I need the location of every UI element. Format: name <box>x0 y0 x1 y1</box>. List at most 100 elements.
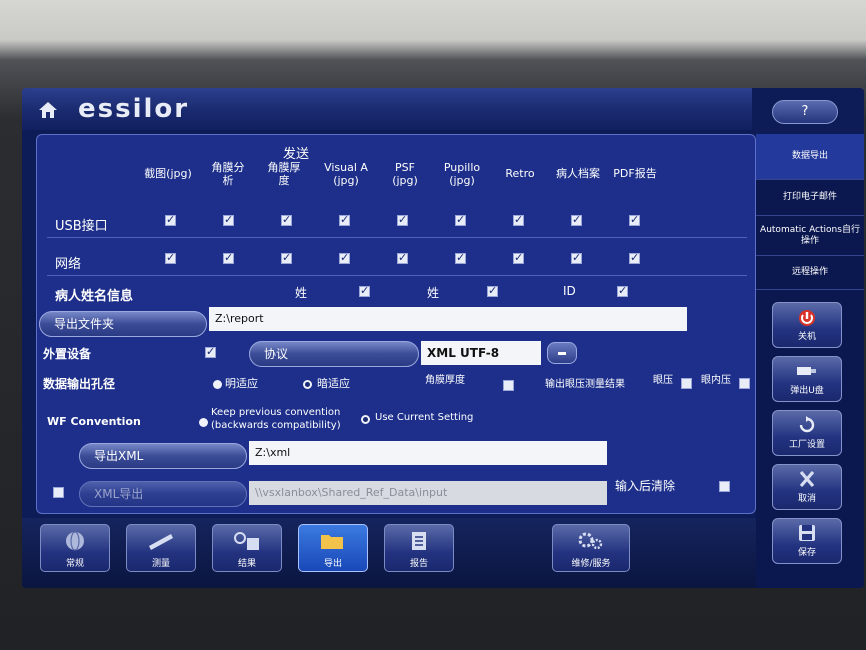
export-xml-button[interactable]: 导出XML <box>79 443 247 469</box>
patient-firstname-checkbox[interactable] <box>487 284 498 297</box>
toolbar-service-label: 维修/服务 <box>571 559 611 569</box>
usb-corneal-analysis-checkbox[interactable] <box>223 213 234 226</box>
xml-export-checkbox[interactable] <box>53 487 64 498</box>
col-header-retro: Retro <box>505 167 535 180</box>
title-bar: essilor <box>22 88 752 130</box>
row-divider <box>47 237 747 238</box>
tonometry-label: 眼压 <box>653 375 673 386</box>
network-corneal-analysis-checkbox[interactable] <box>223 251 234 264</box>
xml-export-input[interactable]: \\vsxlanbox\Shared_Ref_Data\input <box>249 481 607 505</box>
intraocular-pressure-checkbox[interactable] <box>739 378 750 389</box>
scotopic-radio[interactable] <box>303 380 312 389</box>
cancel-label: 取消 <box>797 494 816 504</box>
clear-after-input-checkbox[interactable] <box>719 481 730 492</box>
keep-previous-sublabel: (backwards compatibility) <box>211 420 341 431</box>
toolbar-export-label: 导出 <box>323 559 342 569</box>
network-pupillo-checkbox[interactable] <box>455 251 466 264</box>
sidebar-tab-print-email[interactable]: 打印电子邮件 <box>756 180 864 216</box>
patient-name-label: 病人姓名信息 <box>55 289 134 304</box>
toolbar-measure-button[interactable]: 测量 <box>126 524 196 572</box>
device-screen: essilor ? 发送 截图(jpg) 角膜分析 角膜厚度 Visual A … <box>22 88 864 588</box>
corneal-thickness-output-checkbox[interactable] <box>503 380 514 391</box>
ruler-icon <box>149 534 173 550</box>
network-retro-checkbox[interactable] <box>513 251 524 264</box>
eject-usb-button[interactable]: 弹出U盘 <box>772 356 842 402</box>
export-folder-input[interactable]: Z:\report <box>209 307 687 331</box>
col-header-corneal-analysis: 角膜分析 <box>211 161 245 187</box>
protocol-select[interactable]: XML UTF-8 <box>421 341 541 365</box>
network-psf-checkbox[interactable] <box>397 251 408 264</box>
col-header-corneal-thickness: 角膜厚度 <box>267 161 301 187</box>
eject-usb-label: 弹出U盘 <box>790 386 824 396</box>
external-device-checkbox[interactable] <box>205 345 216 358</box>
save-label: 保存 <box>797 548 816 558</box>
right-sidebar: 数据导出 打印电子邮件 Automatic Actions自行操作 远程操作 关… <box>756 134 864 588</box>
photopic-label: 明适应 <box>225 377 258 390</box>
factory-settings-button[interactable]: 工厂设置 <box>772 410 842 456</box>
sidebar-tab-automatic-actions[interactable]: Automatic Actions自行操作 <box>756 216 864 256</box>
xml-export-button[interactable]: XML导出 <box>79 481 247 507</box>
send-group-title: 发送 <box>283 147 310 162</box>
patient-id-checkbox[interactable] <box>617 284 628 297</box>
network-pdf-report-checkbox[interactable] <box>629 251 640 264</box>
network-corneal-thickness-checkbox[interactable] <box>281 251 292 264</box>
corneal-thickness-output-label: 角膜厚度 <box>425 375 465 386</box>
col-header-psf: PSF (jpg) <box>392 161 418 187</box>
export-settings-panel: 发送 截图(jpg) 角膜分析 角膜厚度 Visual A (jpg) PSF … <box>36 134 756 514</box>
usb-pupillo-checkbox[interactable] <box>455 213 466 226</box>
shutdown-label: 关机 <box>797 332 816 342</box>
cancel-button[interactable]: 取消 <box>772 464 842 510</box>
network-row-label: 网络 <box>55 257 82 272</box>
network-visual-a-checkbox[interactable] <box>339 251 350 264</box>
protocol-dropdown-icon[interactable] <box>547 342 577 364</box>
floppy-disk-icon <box>799 525 815 541</box>
tonometry-checkbox[interactable] <box>681 378 692 389</box>
usb-eject-icon <box>797 367 816 375</box>
close-icon <box>799 470 815 488</box>
sidebar-tab-data-export[interactable]: 数据导出 <box>756 134 864 180</box>
results-grid-icon <box>234 532 259 550</box>
use-current-radio[interactable] <box>361 415 370 424</box>
export-folder-button[interactable]: 导出文件夹 <box>39 311 207 337</box>
toolbar-general-button[interactable]: 常规 <box>40 524 110 572</box>
folder-export-icon <box>321 535 343 549</box>
patient-id-label: ID <box>563 284 576 298</box>
report-document-icon <box>412 532 426 550</box>
toolbar-results-button[interactable]: 结果 <box>212 524 282 572</box>
home-icon[interactable] <box>38 101 58 119</box>
usb-screenshot-checkbox[interactable] <box>165 213 176 226</box>
iop-results-label: 输出眼压测量结果 <box>545 379 625 390</box>
col-header-pupillo: Pupillo (jpg) <box>443 161 481 187</box>
usb-retro-checkbox[interactable] <box>513 213 524 226</box>
sidebar-tab-remote[interactable]: 远程操作 <box>756 256 864 290</box>
power-icon <box>799 310 815 326</box>
patient-surname-checkbox[interactable] <box>359 284 370 297</box>
keep-previous-radio[interactable] <box>199 418 208 427</box>
network-patient-file-checkbox[interactable] <box>571 251 582 264</box>
protocol-button[interactable]: 协议 <box>249 341 419 367</box>
patient-name-option-label: 姓 <box>295 286 308 300</box>
toolbar-report-button[interactable]: 报告 <box>384 524 454 572</box>
col-header-pdf-report: PDF报告 <box>613 167 657 180</box>
usb-pdf-report-checkbox[interactable] <box>629 213 640 226</box>
data-output-label: 数据输出孔径 <box>43 377 116 391</box>
network-screenshot-checkbox[interactable] <box>165 251 176 264</box>
col-header-screenshot: 截图(jpg) <box>144 167 192 180</box>
shutdown-button[interactable]: 关机 <box>772 302 842 348</box>
external-device-label: 外置设备 <box>43 347 92 361</box>
essilor-logo: essilor <box>78 94 190 124</box>
photopic-radio[interactable] <box>213 380 222 389</box>
usb-patient-file-checkbox[interactable] <box>571 213 582 226</box>
gears-icon <box>578 532 603 550</box>
toolbar-export-button[interactable]: 导出 <box>298 524 368 572</box>
export-xml-input[interactable]: Z:\xml <box>249 441 607 465</box>
reset-icon <box>799 416 815 433</box>
usb-corneal-thickness-checkbox[interactable] <box>281 213 292 226</box>
toolbar-service-button[interactable]: 维修/服务 <box>552 524 630 572</box>
help-button[interactable]: ? <box>772 100 838 124</box>
usb-psf-checkbox[interactable] <box>397 213 408 226</box>
use-current-label: Use Current Setting <box>375 412 474 423</box>
save-button[interactable]: 保存 <box>772 518 842 564</box>
usb-visual-a-checkbox[interactable] <box>339 213 350 226</box>
toolbar-measure-label: 测量 <box>151 559 170 569</box>
